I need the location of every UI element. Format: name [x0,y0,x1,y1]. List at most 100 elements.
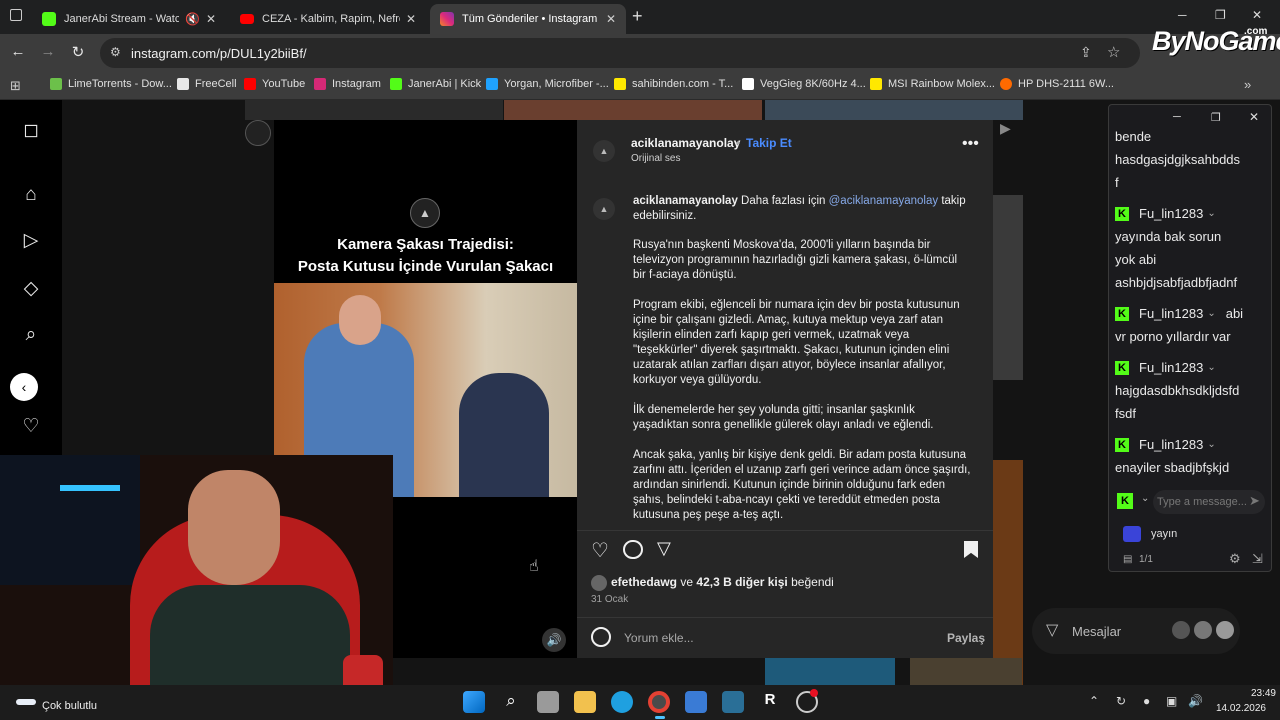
search-icon[interactable]: ⌕ [500,691,522,713]
chevron-down-icon[interactable]: ⌄ [1207,208,1215,219]
reels-icon[interactable]: ▷ [20,230,42,252]
post-username[interactable]: aciklanamayanolay [631,136,740,150]
install-icon[interactable]: ⇪ [1080,44,1092,61]
chat-username[interactable]: Fu_lin1283 [1139,437,1203,452]
tab-kick[interactable]: JanerAbi Stream - Watch Live 🔇 ✕ [32,4,226,34]
bookmark-item[interactable]: Yorgan, Microfiber -... [486,78,609,90]
apps-icon[interactable]: ⊞ [10,78,21,94]
more-bookmarks-icon[interactable]: » [1244,77,1251,92]
app-icon[interactable] [722,691,744,713]
tab-instagram[interactable]: Tüm Gönderiler • Instagram ✕ [430,4,626,34]
bookmark-item[interactable]: Instagram [314,78,381,90]
close-icon[interactable]: ✕ [406,12,416,26]
send-icon[interactable]: ➤ [1249,493,1260,509]
audio-label[interactable]: Orijinal ses [631,153,680,164]
store-icon[interactable] [685,691,707,713]
close-icon[interactable]: ✕ [1249,110,1259,124]
mic-icon[interactable]: ● [1143,694,1150,708]
bookmark-item[interactable]: LimeTorrents - Dow... [50,78,172,90]
stream-label[interactable]: yayın [1151,528,1177,540]
messages-pill[interactable]: ▽ Mesajlar [1032,608,1240,654]
chat-message-header[interactable]: K Fu_lin1283 ⌄ [1115,360,1216,375]
close-icon[interactable]: ✕ [206,12,216,26]
clock-time[interactable]: 23:49 [1216,688,1276,699]
caption-mention[interactable]: @aciklanamayanolay [829,195,938,207]
liker-avatar[interactable] [591,575,607,591]
chat-message-header[interactable]: K Fu_lin1283 ⌄ abi [1115,306,1243,321]
task-view-icon[interactable] [537,691,559,713]
chat-username[interactable]: Fu_lin1283 [1139,306,1203,321]
follow-button[interactable]: Takip Et [746,136,792,150]
close-window-icon[interactable]: ✕ [1252,8,1262,22]
weather-label[interactable]: Çok bulutlu [42,700,97,712]
bookmark-item[interactable]: YouTube [244,78,305,90]
bookmark-item[interactable]: sahibinden.com - T... [614,78,733,90]
close-icon[interactable]: ✕ [606,12,616,26]
file-explorer-icon[interactable] [574,691,596,713]
mute-icon[interactable]: 🔇 [185,12,200,26]
chevron-down-icon[interactable]: ⌄ [1207,308,1215,319]
instagram-logo-icon[interactable]: ◻ [20,120,42,142]
comment-input[interactable]: Yorum ekle... [624,631,694,645]
sync-icon[interactable]: ↻ [1116,694,1126,708]
emoji-icon[interactable] [591,627,611,647]
network-icon[interactable]: ▣ [1166,694,1177,708]
chat-message-header[interactable]: K Fu_lin1283 ⌄ [1115,206,1216,221]
liker-username[interactable]: efethedawg [611,575,677,589]
previous-post-button[interactable]: ‹ [10,373,38,401]
popout-icon[interactable]: ⇲ [1252,551,1263,567]
settings-icon[interactable]: ⚙ [1229,551,1241,567]
like-icon[interactable]: ♡ [591,538,609,563]
forward-icon[interactable]: → [38,43,58,60]
chrome-icon[interactable] [648,691,670,713]
edge-icon[interactable] [611,691,633,713]
chat-kick-logo[interactable]: K [1117,493,1143,509]
chevron-down-icon[interactable]: ⌄ [1207,439,1215,450]
minimize-icon[interactable]: ─ [1178,8,1187,22]
bookmark-item[interactable]: VegGieg 8K/60Hz 4... [742,78,866,90]
caption-username[interactable]: aciklanamayanolay [633,195,738,207]
reload-icon[interactable]: ↻ [68,43,88,61]
chat-username[interactable]: Fu_lin1283 [1139,360,1203,375]
clock-date[interactable]: 14.02.2026 [1206,703,1266,714]
back-icon[interactable]: ← [8,43,28,60]
chat-username[interactable]: Fu_lin1283 [1139,206,1203,221]
sound-icon[interactable]: 🔊 [542,628,566,652]
start-icon[interactable] [463,691,485,713]
chat-input[interactable]: Type a message... ➤ [1153,490,1265,514]
bookmark-item[interactable]: MSI Rainbow Molex... [870,78,995,90]
notifications-icon[interactable]: ♡ [20,416,42,438]
caption-avatar[interactable]: ▲ [593,198,615,220]
comment-icon[interactable] [623,540,643,559]
post-date[interactable]: 31 Ocak [591,594,628,605]
weather-icon[interactable] [16,699,36,705]
new-tab-button[interactable]: + [632,6,643,27]
save-icon[interactable] [964,541,978,558]
maximize-icon[interactable]: ❐ [1211,111,1221,124]
chevron-down-icon[interactable]: ⌄ [1207,362,1215,373]
tab-search-icon[interactable] [10,9,22,21]
chat-message-header[interactable]: K Fu_lin1283 ⌄ [1115,437,1216,452]
minimize-icon[interactable]: ─ [1173,111,1181,123]
site-info-icon[interactable]: ⚙ [110,45,121,59]
maximize-icon[interactable]: ❐ [1215,8,1226,22]
post-comment-button[interactable]: Paylaş [947,631,985,645]
more-options-icon[interactable]: ••• [962,136,979,152]
omnibox[interactable]: ⚙ instagram.com/p/DUL1y2biiBf/ ⇪ ☆ [100,38,1140,68]
explore-icon[interactable]: ◇ [20,278,42,300]
url-text[interactable]: instagram.com/p/DUL1y2biiBf/ [131,46,307,61]
bookmark-item[interactable]: FreeCell [177,78,237,90]
bookmark-item[interactable]: HP DHS-2111 6W... [1000,78,1114,90]
bookmark-item[interactable]: JanerAbi | Kick [390,78,481,90]
likes-count[interactable]: 42,3 B diğer kişi [696,575,787,589]
tray-arrow-icon[interactable]: ⌃ [1089,694,1099,708]
home-icon[interactable]: ⌂ [20,184,42,206]
volume-icon[interactable]: 🔊 [1188,694,1203,708]
share-icon[interactable]: ▽ [657,538,671,559]
chevron-down-icon[interactable]: ⌄ [1141,493,1149,504]
tab-youtube[interactable]: CEZA - Kalbim, Rapim, Nefretim ✕ [230,4,426,34]
rockstar-icon[interactable]: R [759,691,781,713]
author-avatar[interactable]: ▲ [593,140,615,162]
search-icon[interactable]: ⌕ [20,324,42,346]
bookmark-star-icon[interactable]: ☆ [1107,43,1120,61]
